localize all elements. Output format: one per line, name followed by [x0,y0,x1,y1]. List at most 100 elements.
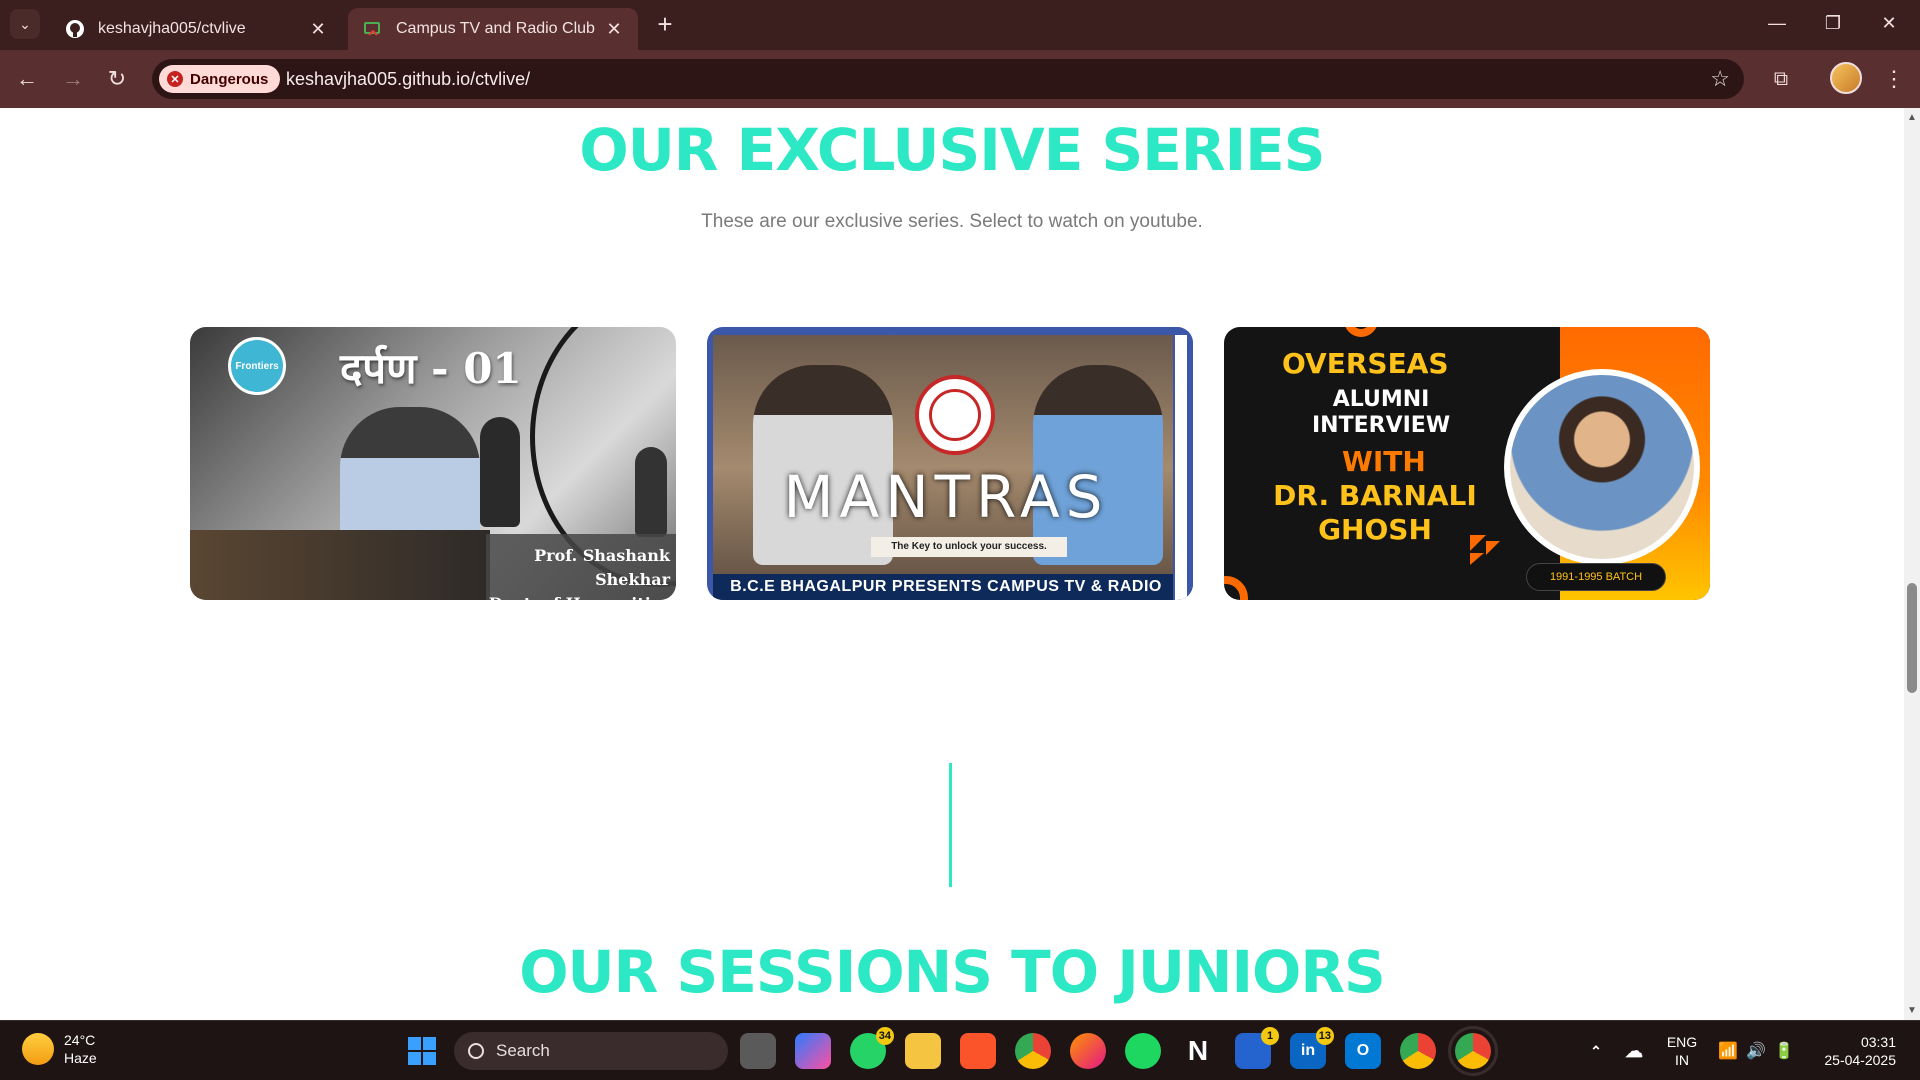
guest-photo [1504,369,1700,565]
browser-toolbar: ← → ↻ ✕ Dangerous keshavjha005.github.io… [0,50,1920,108]
caption-dept: Dept. of Humanities [486,592,670,600]
card-line-interview: INTERVIEW [1312,413,1451,438]
address-bar[interactable]: ✕ Dangerous keshavjha005.github.io/ctvli… [152,59,1744,99]
chrome-icon[interactable] [1015,1033,1051,1069]
exclusive-series-subtitle: These are our exclusive series. Select t… [701,211,1203,232]
card-caption: Prof. Shashank Shekhar Dept. of Humaniti… [486,534,676,600]
card-line-dr: DR. BARNALI [1273,479,1477,512]
linkedin-icon[interactable]: in 13 [1290,1027,1334,1069]
desk-graphic [190,530,490,600]
series-card-darpan[interactable]: Frontiers दर्पण - 01 Prof. Shashank Shek… [190,327,676,600]
back-icon[interactable]: ← [10,62,44,96]
close-tab-icon[interactable]: ✕ [308,19,328,40]
ring-graphic [1224,576,1248,600]
series-card-overseas-alumni[interactable]: OVERSEAS ALUMNI INTERVIEW WITH DR. BARNA… [1224,327,1710,600]
card-line-name: DR. BARNALI GHOSH [1260,479,1490,547]
onedrive-icon[interactable]: ☁ [1616,1033,1652,1069]
taskbar-search[interactable]: Search [454,1032,728,1070]
tab-github[interactable]: keshavjha005/ctvlive ✕ [50,8,342,50]
weather-widget[interactable]: 24°C Haze [22,1031,97,1067]
card-line-alumni-interview: ALUMNI INTERVIEW [1312,387,1450,439]
spotify-icon[interactable] [1125,1033,1161,1069]
ring-graphic [1344,327,1378,337]
college-emblem-icon [915,375,995,455]
card-line-with: WITH [1342,445,1426,478]
site-favicon-icon [362,18,384,40]
card-line-overseas: OVERSEAS [1282,347,1449,380]
bookmark-star-icon[interactable]: ☆ [1710,59,1730,99]
browser-tab-bar: ⌄ keshavjha005/ctvlive ✕ Campus TV and R… [0,0,1920,50]
todo-icon[interactable]: 1 [1235,1027,1279,1069]
outlook-icon[interactable]: O [1345,1033,1381,1069]
profile-avatar[interactable] [1830,62,1862,94]
minimize-icon[interactable]: — [1752,8,1802,38]
side-bar-white [1175,335,1187,600]
card-title: MANTRAS [783,463,1109,531]
system-clock[interactable]: 03:31 25-04-2025 [1806,1033,1896,1069]
close-tab-icon[interactable]: ✕ [604,19,624,40]
battery-icon[interactable]: 🔋 [1766,1033,1802,1069]
todo-badge: 1 [1261,1027,1279,1045]
forward-icon[interactable]: → [56,62,90,96]
search-icon [468,1043,484,1059]
sessions-heading: OUR SESSIONS TO JUNIORS [519,938,1386,1006]
page-viewport: OUR EXCLUSIVE SERIES These are our exclu… [0,108,1904,1020]
card-footer: B.C.E BHAGALPUR PRESENTS CAMPUS TV & RAD… [713,574,1179,600]
windows-start-icon[interactable] [404,1033,440,1069]
url-text[interactable]: keshavjha005.github.io/ctvlive/ [286,59,530,99]
whatsapp-badge: 34 [875,1027,894,1045]
scrollbar-thumb[interactable] [1907,583,1917,693]
interview-photo: MANTRAS The Key to unlock your success. … [713,335,1179,600]
exclusive-series-heading: OUR EXCLUSIVE SERIES [579,116,1325,184]
weather-temp: 24°C [64,1032,96,1048]
file-explorer-icon[interactable] [905,1033,941,1069]
card-line-alumni: ALUMNI [1332,387,1430,412]
card-line-surname: GHOSH [1318,513,1432,546]
series-card-mantras[interactable]: MANTRAS The Key to unlock your success. … [707,327,1193,600]
whatsapp-icon[interactable]: 34 [850,1027,894,1069]
linkedin-badge: 13 [1315,1027,1334,1045]
scroll-down-icon[interactable]: ▼ [1907,1005,1917,1016]
firefox-icon[interactable] [1070,1033,1106,1069]
reload-icon[interactable]: ↻ [100,62,134,96]
security-chip-label: Dangerous [190,70,269,88]
pawn-graphic [635,447,667,537]
github-icon [64,18,86,40]
clock-time: 03:31 [1860,1034,1896,1050]
windows-taskbar: 24°C Haze Search 34 N 1 in 13 O ⌃ ☁ ENG … [0,1020,1920,1080]
caption-name: Prof. Shashank Shekhar [534,546,670,589]
notion-icon[interactable]: N [1180,1033,1216,1069]
search-label: Search [496,1041,550,1060]
chess-piece-graphic [480,417,520,527]
security-chip[interactable]: ✕ Dangerous [159,65,281,93]
scroll-up-icon[interactable]: ▲ [1907,112,1917,123]
menu-kebab-icon[interactable]: ⋮ [1880,62,1908,96]
extensions-icon[interactable]: ⧉ [1764,62,1798,96]
tray-chevron-icon[interactable]: ⌃ [1578,1033,1614,1069]
language-indicator[interactable]: ENG IN [1664,1033,1700,1069]
task-view-icon[interactable] [740,1033,776,1069]
weather-haze-icon [22,1033,54,1065]
batch-label: 1991-1995 BATCH [1526,563,1666,591]
restore-icon[interactable]: ❐ [1808,8,1858,38]
brand-logo-icon [1470,535,1500,565]
card-title: दर्पण - 01 [340,344,522,393]
tab-title: Campus TV and Radio Club [396,20,595,37]
copilot-icon[interactable] [795,1033,831,1069]
tab-search-button[interactable]: ⌄ [10,9,40,39]
tab-campus-tv[interactable]: Campus TV and Radio Club ✕ [348,8,638,50]
page-scrollbar[interactable]: ▲ ▼ [1904,108,1920,1020]
lang-code: ENG [1666,1034,1698,1050]
region-code: IN [1675,1052,1689,1068]
danger-icon: ✕ [167,71,183,87]
close-window-icon[interactable]: ✕ [1864,8,1914,38]
brave-icon[interactable] [960,1033,996,1069]
clock-date: 25-04-2025 [1824,1052,1896,1068]
tab-title: keshavjha005/ctvlive [98,20,246,37]
vertical-divider [949,763,952,887]
chrome-profile-icon[interactable] [1400,1033,1436,1069]
new-tab-button[interactable]: + [650,10,680,40]
chrome-active-icon[interactable] [1448,1026,1498,1076]
frontiers-badge: Frontiers [228,337,286,395]
weather-desc: Haze [64,1050,97,1066]
